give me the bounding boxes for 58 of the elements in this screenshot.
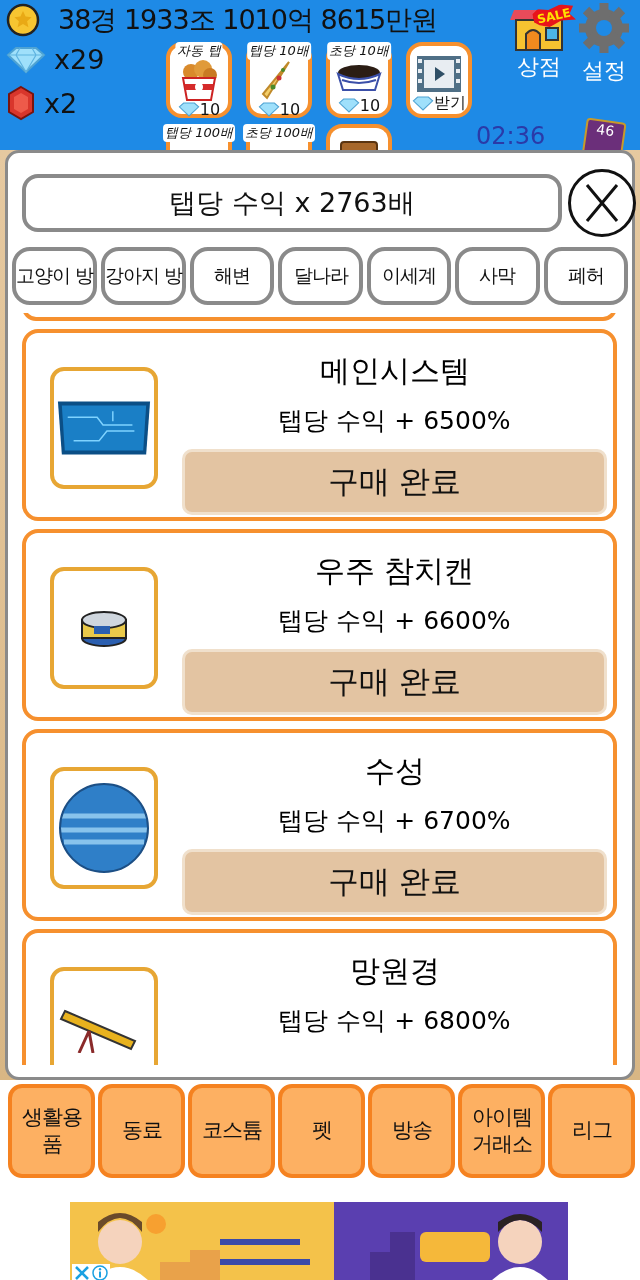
boost-label: 탭당 10배: [247, 42, 311, 60]
ruby-icon: [6, 85, 36, 121]
timer-text: 02:36: [476, 122, 546, 150]
menu-button[interactable]: 방송: [368, 1084, 455, 1178]
planet-icon: [58, 782, 150, 874]
boost-label: 초당 10배: [327, 42, 391, 60]
boost-button[interactable]: [326, 124, 392, 150]
category-tab[interactable]: 고양이 방: [12, 247, 98, 305]
item-title: 망원경: [349, 952, 440, 990]
video-icon: [415, 53, 463, 94]
gem-count: x29: [54, 44, 105, 75]
category-tab[interactable]: 사막: [455, 247, 540, 305]
diamond-icon: [337, 98, 360, 113]
claim-text: 받기: [434, 93, 466, 114]
tuna-can-icon: [79, 608, 129, 648]
boost-button[interactable]: 초당 100배: [246, 124, 312, 150]
boost-button[interactable]: 탭당 100배: [166, 124, 232, 150]
boost-button[interactable]: 탭당 10배 10: [246, 42, 312, 118]
diamond-icon: [257, 102, 280, 117]
reward-video-button[interactable]: 받기: [406, 42, 472, 118]
item-title: 수성: [364, 752, 425, 790]
category-tab[interactable]: 달나라: [278, 247, 363, 305]
price-text: 10: [279, 100, 301, 119]
category-tab[interactable]: 해변: [190, 247, 275, 305]
info-icon[interactable]: [92, 1265, 108, 1280]
menu-button[interactable]: 생활용품: [8, 1084, 95, 1178]
menu-button[interactable]: 동료: [98, 1084, 185, 1178]
item-title: 메인시스템: [319, 352, 470, 390]
category-tab[interactable]: 이세계: [366, 247, 452, 305]
item-effect: 탭당 수익 + 6700%: [278, 805, 511, 837]
income-multiplier-field: 탭당 수익 x 2763배: [22, 174, 562, 232]
diamond-icon: [6, 45, 46, 74]
menu-button[interactable]: 아이템 거래소: [458, 1084, 545, 1178]
menu-button[interactable]: 펫: [278, 1084, 365, 1178]
item-effect: 탭당 수익 + 6600%: [278, 605, 511, 637]
price-text: 10: [199, 100, 221, 119]
diamond-icon: [412, 96, 434, 111]
book-counter: 46: [580, 117, 627, 150]
chest-icon: [339, 141, 379, 150]
item-title: 우주 참치캔: [314, 552, 475, 590]
purchase-button[interactable]: 구매 완료: [182, 849, 607, 915]
close-icon: [585, 183, 619, 223]
category-tab[interactable]: 폐허: [543, 247, 628, 305]
menu-button[interactable]: 리그: [548, 1084, 635, 1178]
boost-button[interactable]: 자동 탭 10: [166, 42, 232, 118]
price-text: 10: [359, 96, 381, 115]
menu-button[interactable]: 코스튬: [188, 1084, 275, 1178]
ruby-count: x2: [44, 87, 78, 119]
category-tab[interactable]: 강아지 방: [101, 247, 187, 305]
item-effect: 탭당 수익 + 6500%: [278, 405, 511, 437]
close-icon[interactable]: [74, 1265, 90, 1280]
item-effect: 탭당 수익 + 6800%: [278, 1005, 511, 1037]
boost-button[interactable]: 초당 10배 10: [326, 42, 392, 118]
money-amount: 38경 1933조 1010억 8615만원: [58, 3, 438, 37]
purchase-button[interactable]: 구매 완료: [182, 649, 607, 715]
purchase-button[interactable]: 구매 완료: [182, 449, 607, 515]
coin-icon: [6, 3, 40, 37]
boost-label: 자동 탭: [175, 42, 223, 60]
